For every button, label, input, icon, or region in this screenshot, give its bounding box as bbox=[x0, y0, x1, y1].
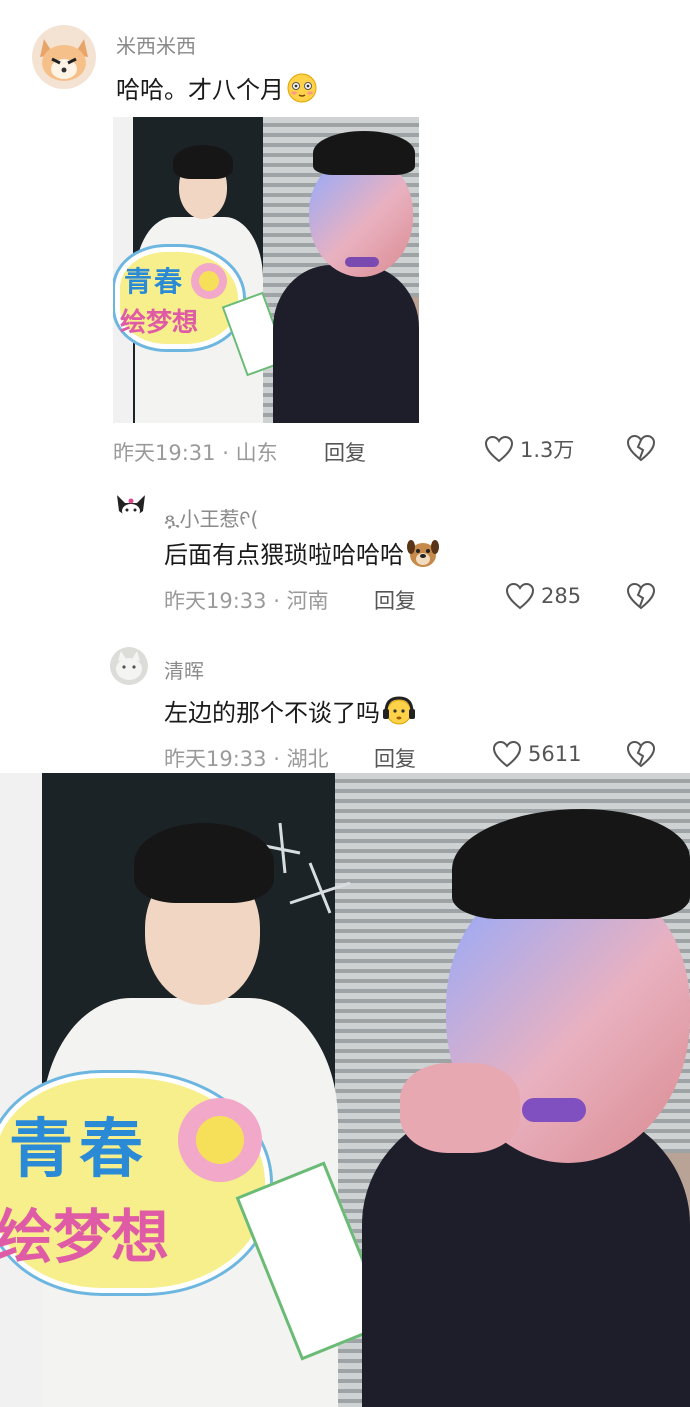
headphones-face-emoji-icon bbox=[383, 695, 415, 724]
comment-time: 昨天19:31 bbox=[113, 441, 216, 465]
photo-sign-line1: 青春 bbox=[124, 265, 185, 298]
comment-meta: 昨天19:33 · 湖北 bbox=[164, 747, 329, 771]
broken-heart-icon[interactable] bbox=[626, 582, 656, 610]
comment-location: 湖北 bbox=[286, 747, 329, 771]
like-count: 285 bbox=[541, 584, 582, 608]
fox-avatar-icon bbox=[40, 39, 88, 81]
comment-username[interactable]: 清晖 bbox=[164, 655, 204, 684]
comment-text-content: 哈哈。才八个月 bbox=[116, 76, 284, 104]
comment-text: 左边的那个不谈了吗 bbox=[164, 693, 416, 728]
reply-button[interactable]: 回复 bbox=[324, 437, 366, 467]
enlarged-sign-line2: 绘梦想 bbox=[0, 1203, 170, 1271]
like-count: 1.3万 bbox=[520, 438, 575, 462]
like-button[interactable]: 285 bbox=[505, 582, 581, 610]
comment-location: 河南 bbox=[286, 589, 329, 613]
comment-username[interactable]: 米西米西 bbox=[116, 30, 196, 59]
comment-time: 昨天19:33 bbox=[164, 747, 267, 771]
like-button[interactable]: 1.3万 bbox=[484, 434, 574, 464]
comment-text: 哈哈。才八个月 bbox=[116, 70, 318, 105]
kuromi-avatar-icon bbox=[117, 495, 145, 518]
comment-username[interactable]: ጿ小王惹ᠻ( bbox=[164, 497, 258, 532]
blushing-face-emoji-icon bbox=[287, 73, 317, 102]
comment-meta: 昨天19:33 · 河南 bbox=[164, 589, 329, 613]
comment-text-content: 后面有点猥琐啦哈哈哈 bbox=[164, 541, 404, 569]
avatar[interactable] bbox=[32, 25, 96, 89]
heart-icon bbox=[505, 582, 535, 610]
enlarged-photo[interactable]: 青春 绘梦想 bbox=[0, 773, 690, 1407]
dog-face-emoji-icon bbox=[407, 539, 439, 567]
photo-sign: 青春 绘梦想 bbox=[115, 247, 243, 349]
enlarged-sign-line1: 青春 bbox=[9, 1113, 149, 1187]
comment-time: 昨天19:33 bbox=[164, 589, 267, 613]
comment-text-content: 左边的那个不谈了吗 bbox=[164, 699, 380, 727]
comment-location: 山东 bbox=[235, 441, 278, 465]
broken-heart-icon[interactable] bbox=[626, 434, 656, 462]
photo-sign-line2: 绘梦想 bbox=[120, 308, 199, 338]
avatar[interactable] bbox=[110, 647, 148, 685]
like-count: 5611 bbox=[528, 742, 582, 766]
broken-heart-icon[interactable] bbox=[626, 740, 656, 768]
comment-meta: 昨天19:31 · 山东 bbox=[113, 441, 278, 465]
avatar[interactable] bbox=[113, 489, 149, 525]
comment-text: 后面有点猥琐啦哈哈哈 bbox=[164, 535, 440, 570]
cat-avatar-icon bbox=[116, 651, 142, 680]
reply-button[interactable]: 回复 bbox=[374, 585, 416, 615]
like-button[interactable]: 5611 bbox=[492, 740, 581, 768]
comment-photo[interactable]: 青春 绘梦想 bbox=[113, 117, 419, 423]
heart-icon bbox=[484, 435, 514, 463]
heart-icon bbox=[492, 740, 522, 768]
reply-button[interactable]: 回复 bbox=[374, 743, 416, 773]
